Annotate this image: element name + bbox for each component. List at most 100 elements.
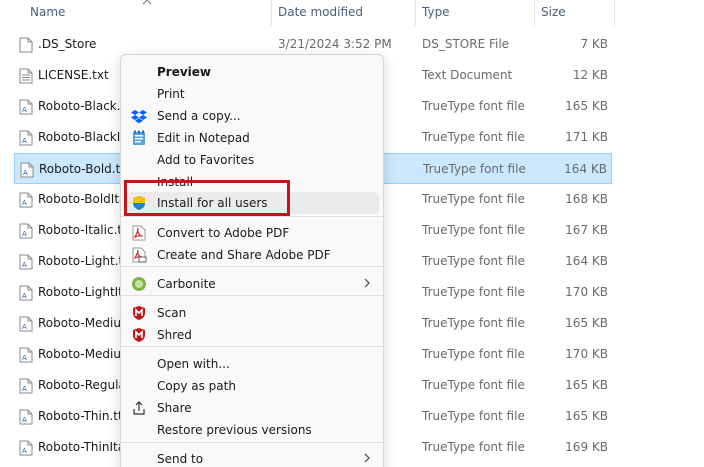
share-icon [131,400,147,416]
menu-item-scan[interactable]: Scan [125,302,379,324]
file-type: DS_STORE File [422,37,510,51]
font-file-icon: A [19,316,33,332]
menu-item-label: Install for all users [157,196,268,210]
column-divider[interactable] [614,0,615,26]
svg-text:A: A [22,354,27,362]
dropbox-icon [131,108,147,124]
file-name: Roboto-Regular [38,378,131,392]
svg-text:A: A [22,261,27,269]
menu-item-create-and-share-adobe-pdf[interactable]: Create and Share Adobe PDF [125,244,379,266]
menu-item-label: Convert to Adobe PDF [157,226,290,240]
menu-item-open-with[interactable]: Open with... [125,353,379,375]
menu-item-print[interactable]: Print [125,83,379,105]
file-name: Roboto-Mediur [38,316,126,330]
file-name: Roboto-ThinItal [38,440,129,454]
file-size: 12 KB [572,68,608,82]
mcafee-icon [131,305,147,321]
menu-separator [121,266,383,267]
file-size: 165 KB [565,378,608,392]
file-size: 168 KB [565,192,608,206]
menu-item-send-to[interactable]: Send to [125,448,379,467]
column-size[interactable]: Size [541,5,566,19]
font-file-icon: A [19,285,33,301]
column-divider[interactable] [415,0,416,26]
font-file-icon: A [19,223,33,239]
file-type: TrueType font file [422,130,525,144]
file-date-modified: 3/21/2024 3:52 PM [278,37,392,51]
file-name: .DS_Store [38,37,97,51]
menu-item-label: Edit in Notepad [157,131,250,145]
menu-item-convert-to-adobe-pdf[interactable]: Convert to Adobe PDF [125,222,379,244]
svg-text:A: A [22,447,27,455]
menu-item-carbonite[interactable]: Carbonite [125,273,379,295]
menu-item-copy-as-path[interactable]: Copy as path [125,375,379,397]
column-header: Name Date modified Type Size [0,0,704,26]
file-size: 165 KB [565,99,608,113]
svg-text:A: A [22,230,27,238]
menu-item-label: Install [157,175,194,189]
menu-item-label: Print [157,87,185,101]
file-name: Roboto-Thin.ttf [38,409,127,423]
column-date-modified[interactable]: Date modified [278,5,363,19]
column-name[interactable]: Name [30,5,65,19]
file-type: TrueType font file [422,192,525,206]
file-type: TrueType font file [422,223,525,237]
menu-item-label: Share [157,401,192,415]
file-name: Roboto-BoldIta [38,192,127,206]
column-divider[interactable] [534,0,535,26]
menu-item-preview[interactable]: Preview [125,61,379,83]
text-file-icon [19,68,33,84]
file-type: TrueType font file [422,440,525,454]
font-file-icon: A [19,440,33,456]
menu-item-shred[interactable]: Shred [125,324,379,346]
file-size: 165 KB [565,316,608,330]
file-size: 170 KB [565,285,608,299]
menu-separator [121,295,383,296]
mcafee-icon [131,327,147,343]
menu-item-label: Create and Share Adobe PDF [157,248,331,262]
menu-item-share[interactable]: Share [125,397,379,419]
context-menu: Preview Print Send a copy... Edit in Notepa… [120,54,384,467]
svg-text:A: A [22,137,27,145]
font-file-icon: A [19,378,33,394]
file-name: Roboto-LightIta [38,285,131,299]
file-size: 169 KB [565,440,608,454]
menu-item-send-a-copy[interactable]: Send a copy... [125,105,379,127]
file-type: TrueType font file [422,285,525,299]
menu-item-add-to-favorites[interactable]: Add to Favorites [125,149,379,171]
menu-item-label: Add to Favorites [157,153,255,167]
file-size: 167 KB [565,223,608,237]
file-type: TrueType font file [422,316,525,330]
menu-separator [121,346,383,347]
font-file-icon: A [19,192,33,208]
file-size: 7 KB [580,37,608,51]
file-name: LICENSE.txt [38,68,109,82]
menu-item-label: Scan [157,306,187,320]
font-file-icon: A [19,130,33,146]
file-type: TrueType font file [422,99,525,113]
menu-item-install-for-all-users[interactable]: Install for all users [125,192,379,214]
menu-separator [121,442,383,443]
menu-item-label: Copy as path [157,379,236,393]
font-file-icon: A [19,409,33,425]
sort-ascending-icon [142,0,152,5]
file-name: Roboto-Mediur [38,347,126,361]
file-size: 164 KB [564,162,607,176]
notepad-icon [131,130,147,146]
column-divider[interactable] [271,0,272,26]
menu-item-label: Restore previous versions [157,423,312,437]
menu-item-label: Send a copy... [157,109,241,123]
svg-text:A: A [22,292,27,300]
menu-item-restore-previous-versions[interactable]: Restore previous versions [125,419,379,441]
uac-shield-icon [131,195,147,211]
menu-item-edit-in-notepad[interactable]: Edit in Notepad [125,127,379,149]
file-type: TrueType font file [422,347,525,361]
file-size: 171 KB [565,130,608,144]
column-type[interactable]: Type [422,5,450,19]
menu-item-label: Shred [157,328,192,342]
font-file-icon: A [19,254,33,270]
menu-separator [121,216,383,217]
menu-item-label: Open with... [157,357,230,371]
menu-item-install[interactable]: Install [125,171,379,193]
adobe-pdf-share-icon [131,247,147,263]
